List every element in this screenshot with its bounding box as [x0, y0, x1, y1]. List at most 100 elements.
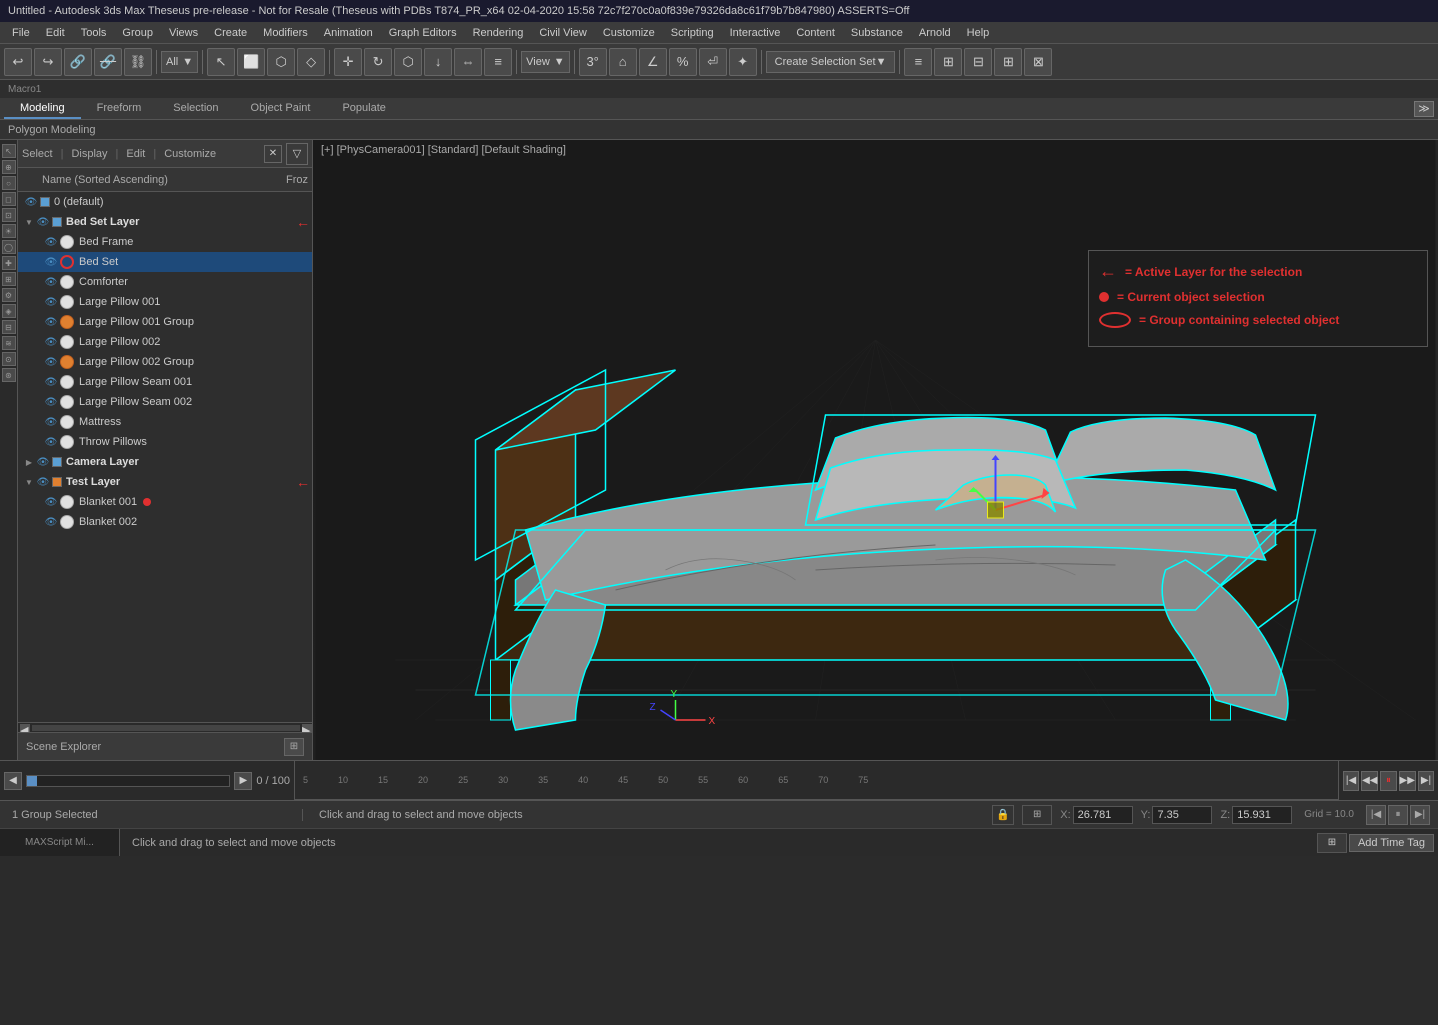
expand-camera[interactable]: ▶	[24, 457, 34, 467]
play-stop-btn[interactable]: ⏸	[1380, 771, 1396, 791]
fence-btn[interactable]: ◇	[297, 48, 325, 76]
menu-modifiers[interactable]: Modifiers	[255, 25, 316, 41]
menu-file[interactable]: File	[4, 25, 38, 41]
left-icon-helper[interactable]: ✚	[2, 256, 16, 270]
visibility-test-layer[interactable]: 👁	[36, 475, 50, 489]
select-btn[interactable]: ↖	[207, 48, 235, 76]
hscroll-track[interactable]	[32, 725, 300, 731]
expand-bedset[interactable]: ▼	[24, 217, 34, 227]
menu-create[interactable]: Create	[206, 25, 255, 41]
obj-row-bedset[interactable]: 👁 Bed Set	[18, 252, 312, 272]
visibility-lps002[interactable]: 👁	[44, 395, 58, 409]
viewport-lock-btn[interactable]: ⊞	[1022, 805, 1052, 825]
percent-snap-btn[interactable]: %	[669, 48, 697, 76]
menu-interactive[interactable]: Interactive	[722, 25, 789, 41]
pivot-btn[interactable]: ✦	[729, 48, 757, 76]
scale-btn[interactable]: ⬡	[394, 48, 422, 76]
visibility-bedset-layer[interactable]: 👁	[36, 215, 50, 229]
undo-btn[interactable]: ↩	[4, 48, 32, 76]
layout-btn[interactable]: ⊠	[1024, 48, 1052, 76]
left-icon-scale[interactable]: ◻	[2, 192, 16, 206]
hscroll-left[interactable]: ◀	[20, 724, 30, 732]
coord-z-input[interactable]	[1232, 806, 1292, 824]
obj-row-mattress[interactable]: 👁 Mattress	[18, 412, 312, 432]
mirror-btn[interactable]: ⇔	[454, 48, 482, 76]
play-start-btn[interactable]: |◀	[1343, 771, 1359, 791]
selection-filter-dropdown[interactable]: All ▼	[161, 51, 198, 73]
lock-btn[interactable]: 🔒	[992, 805, 1014, 825]
visibility-camera-layer[interactable]: 👁	[36, 455, 50, 469]
visibility-bedset[interactable]: 👁	[44, 255, 58, 269]
menu-substance[interactable]: Substance	[843, 25, 911, 41]
layer-row-default[interactable]: 👁 0 (default)	[18, 192, 312, 212]
menu-content[interactable]: Content	[788, 25, 843, 41]
create-selection-set-btn[interactable]: Create Selection Set ▼	[766, 51, 896, 73]
obj-row-lp002[interactable]: 👁 Large Pillow 002	[18, 332, 312, 352]
visibility-lp001g[interactable]: 👁	[44, 315, 58, 329]
menu-tools[interactable]: Tools	[73, 25, 115, 41]
left-icon-systems[interactable]: ⚙	[2, 288, 16, 302]
left-icon-move[interactable]: ⊕	[2, 160, 16, 174]
region-select-btn[interactable]: ⬜	[237, 48, 265, 76]
obj-row-blanket002[interactable]: 👁 Blanket 002	[18, 512, 312, 532]
hscroll-right[interactable]: ▶	[302, 724, 312, 732]
tab-object-paint[interactable]: Object Paint	[235, 99, 327, 119]
layer-mgr-btn[interactable]: ≡	[904, 48, 932, 76]
grid-btn[interactable]: ⊞	[994, 48, 1022, 76]
tab-extra-btn[interactable]: ≫	[1414, 101, 1434, 117]
obj-row-lp001g[interactable]: 👁 Large Pillow 001 Group	[18, 312, 312, 332]
left-icon-camera[interactable]: ⊡	[2, 208, 16, 222]
align-btn[interactable]: ≡	[484, 48, 512, 76]
visibility-comforter[interactable]: 👁	[44, 275, 58, 289]
redo-btn[interactable]: ↪	[34, 48, 62, 76]
viewport-icon-btn[interactable]: ⊞	[1317, 833, 1347, 853]
visibility-blanket001[interactable]: 👁	[44, 495, 58, 509]
obj-row-lps001[interactable]: 👁 Large Pillow Seam 001	[18, 372, 312, 392]
left-icon-manip[interactable]: ◈	[2, 304, 16, 318]
visibility-blanket002[interactable]: 👁	[44, 515, 58, 529]
visibility-mattress[interactable]: 👁	[44, 415, 58, 429]
tab-selection[interactable]: Selection	[157, 99, 234, 119]
nav-prev-btn[interactable]: |◀	[1366, 805, 1386, 825]
coord-y-input[interactable]	[1152, 806, 1212, 824]
menu-scripting[interactable]: Scripting	[663, 25, 722, 41]
expand-test[interactable]: ▼	[24, 477, 34, 487]
scene-layers-btn[interactable]: ⊞	[284, 738, 304, 756]
play-prev-btn[interactable]: ◀◀	[1361, 771, 1378, 791]
obj-row-blanket001[interactable]: 👁 Blanket 001	[18, 492, 312, 512]
obj-row-throwpillows[interactable]: 👁 Throw Pillows	[18, 432, 312, 452]
visibility-lp002[interactable]: 👁	[44, 335, 58, 349]
play-end-btn[interactable]: ▶|	[1418, 771, 1434, 791]
link-btn[interactable]: 🔗	[64, 48, 92, 76]
scene-list[interactable]: 👁 0 (default) ▼ 👁 Bed Set Layer ← 👁	[18, 192, 312, 722]
visibility-lps001[interactable]: 👁	[44, 375, 58, 389]
tab-modeling[interactable]: Modeling	[4, 99, 81, 119]
obj-row-lps002[interactable]: 👁 Large Pillow Seam 002	[18, 392, 312, 412]
add-time-tag-btn[interactable]: Add Time Tag	[1349, 834, 1434, 852]
nav-pause-btn[interactable]: ⏸	[1388, 805, 1408, 825]
scene-hscroll[interactable]: ◀ ▶	[18, 722, 312, 732]
tab-freeform[interactable]: Freeform	[81, 99, 158, 119]
spinner-snap-btn[interactable]: ⏎	[699, 48, 727, 76]
menu-group[interactable]: Group	[114, 25, 161, 41]
left-icon-rotate[interactable]: ○	[2, 176, 16, 190]
unlink-btn[interactable]: 🔗	[94, 48, 122, 76]
timeline-slider-thumb[interactable]	[27, 776, 37, 786]
snap-btn[interactable]: ⌂	[609, 48, 637, 76]
coord-x-input[interactable]	[1073, 806, 1133, 824]
left-icon-shape[interactable]: ◯	[2, 240, 16, 254]
visibility-lp001[interactable]: 👁	[44, 295, 58, 309]
timeline-slider-track[interactable]	[26, 775, 230, 787]
obj-row-lp002g[interactable]: 👁 Large Pillow 002 Group	[18, 352, 312, 372]
scene-filter-btn[interactable]: ▽	[286, 143, 308, 165]
obj-row-lp001[interactable]: 👁 Large Pillow 001	[18, 292, 312, 312]
ref-coord-btn[interactable]: 3°	[579, 48, 607, 76]
menu-rendering[interactable]: Rendering	[465, 25, 532, 41]
menu-edit[interactable]: Edit	[38, 25, 73, 41]
nav-next-btn[interactable]: ▶|	[1410, 805, 1430, 825]
obj-row-comforter[interactable]: 👁 Comforter	[18, 272, 312, 292]
left-icon-light[interactable]: ☀	[2, 224, 16, 238]
maxscript-panel[interactable]: MAXScript Mi...	[0, 829, 120, 856]
visibility-lp002g[interactable]: 👁	[44, 355, 58, 369]
menu-graph-editors[interactable]: Graph Editors	[381, 25, 465, 41]
